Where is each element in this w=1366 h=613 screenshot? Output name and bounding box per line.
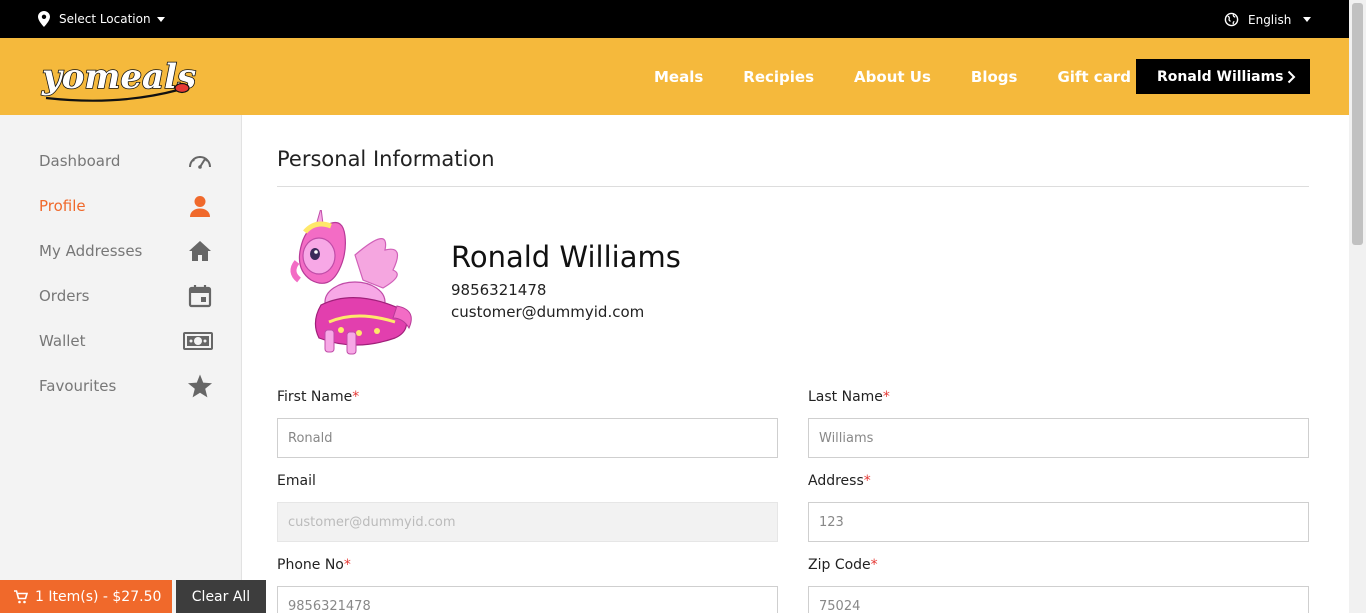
select-location-dropdown[interactable]: Select Location [38, 11, 165, 27]
person-icon [190, 196, 210, 217]
cart-summary-button[interactable]: 1 Item(s) - $27.50 [0, 580, 172, 613]
speedometer-icon [189, 156, 211, 169]
email-label: Email [277, 473, 316, 489]
title-divider [277, 186, 1309, 187]
chevron-right-icon [1287, 70, 1296, 84]
sidebar-item-label: Dashboard [39, 152, 121, 170]
site-header: yomeals Meals Recipies About Us Blogs Gi… [0, 38, 1349, 115]
sidebar-item-wallet[interactable]: Wallet [39, 326, 213, 356]
last-name-label: Last Name* [808, 389, 890, 405]
nav-gift-card[interactable]: Gift card [1057, 68, 1131, 86]
clear-all-button[interactable]: Clear All [176, 580, 266, 613]
yomeals-logo[interactable]: yomeals [38, 46, 198, 108]
required-marker: * [882, 389, 890, 405]
main-nav: Meals Recipies About Us Blogs Gift card [654, 38, 1171, 115]
page-scrollbar[interactable] [1349, 0, 1366, 613]
sidebar-item-dashboard[interactable]: Dashboard [39, 146, 213, 176]
required-marker: * [343, 557, 351, 573]
email-field [277, 502, 778, 542]
zip-code-field[interactable] [808, 586, 1309, 613]
sidebar-item-label: Wallet [39, 332, 86, 350]
sidebar-item-my-addresses[interactable]: My Addresses [39, 236, 213, 266]
user-account-button[interactable]: Ronald Williams [1136, 59, 1310, 94]
address-label: Address* [808, 473, 871, 489]
nav-meals[interactable]: Meals [654, 68, 703, 86]
calendar-icon [188, 285, 212, 308]
phone-label: Phone No* [277, 557, 351, 573]
cart-summary-label: 1 Item(s) - $27.50 [35, 588, 162, 605]
home-icon [189, 241, 211, 261]
phone-field[interactable] [277, 586, 778, 613]
star-icon [188, 374, 212, 398]
required-marker: * [352, 389, 360, 405]
profile-name: Ronald Williams [451, 240, 681, 274]
cart-icon [14, 589, 28, 603]
chevron-down-icon [156, 16, 165, 22]
language-selector[interactable]: English [1224, 12, 1312, 27]
sidebar-item-orders[interactable]: Orders [39, 281, 213, 311]
required-marker: * [863, 473, 871, 489]
address-field[interactable] [808, 502, 1309, 542]
top-bar: Select Location English [0, 0, 1349, 38]
nav-recipies[interactable]: Recipies [743, 68, 814, 86]
scrollbar-thumb[interactable] [1352, 3, 1363, 245]
sidebar-item-profile[interactable]: Profile [39, 191, 213, 221]
sidebar-item-label: Orders [39, 287, 90, 305]
sidebar-item-label: My Addresses [39, 242, 143, 260]
money-icon [183, 332, 213, 350]
account-sidebar: Dashboard Profile My Addresses Orders Wa… [0, 115, 242, 613]
nav-blogs[interactable]: Blogs [971, 68, 1018, 86]
chevron-down-icon [1303, 17, 1312, 22]
user-account-name: Ronald Williams [1157, 68, 1284, 85]
sidebar-item-label: Favourites [39, 377, 117, 395]
first-name-field[interactable] [277, 418, 778, 458]
select-location-label: Select Location [59, 12, 151, 26]
nav-about-us[interactable]: About Us [854, 68, 931, 86]
page-title: Personal Information [277, 147, 495, 171]
profile-email: customer@dummyid.com [451, 303, 645, 321]
first-name-label: First Name* [277, 389, 360, 405]
location-pin-icon [38, 11, 50, 27]
sidebar-item-label: Profile [39, 197, 86, 215]
profile-avatar[interactable] [285, 210, 417, 358]
globe-icon [1224, 12, 1239, 27]
profile-phone: 9856321478 [451, 281, 547, 299]
last-name-field[interactable] [808, 418, 1309, 458]
language-label: English [1248, 12, 1292, 27]
sidebar-item-favourites[interactable]: Favourites [39, 371, 213, 401]
zip-code-label: Zip Code* [808, 557, 878, 573]
required-marker: * [870, 557, 878, 573]
